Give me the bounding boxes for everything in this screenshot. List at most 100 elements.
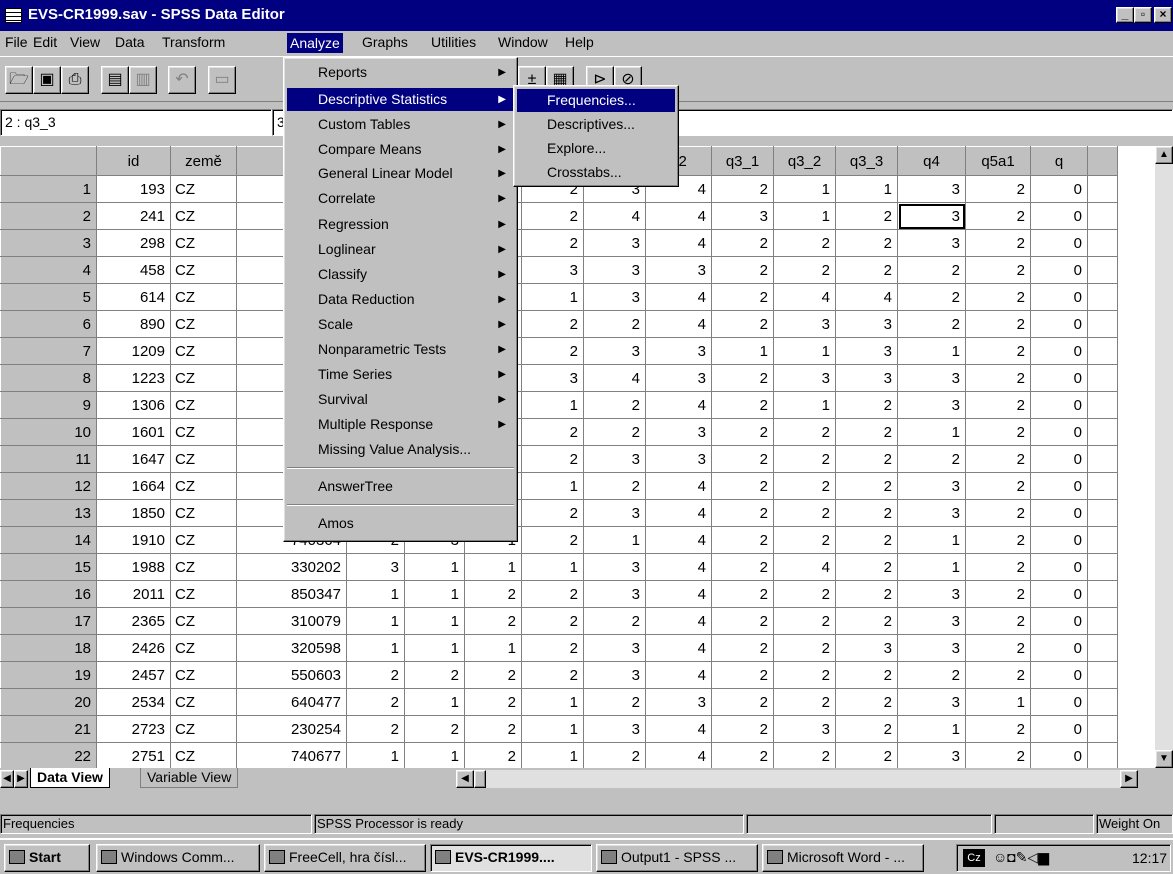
menu-item-time-series[interactable]: Time Series ▶	[287, 363, 514, 386]
data-cell[interactable]: 0	[1030, 472, 1088, 500]
column-header[interactable]: země	[170, 146, 237, 176]
data-cell[interactable]: 2	[965, 607, 1031, 635]
row-header[interactable]: 15	[0, 553, 97, 581]
data-cell[interactable]: 2	[711, 688, 774, 716]
hscroll-left-button[interactable]: ◀	[456, 770, 474, 788]
data-cell[interactable]: 1	[583, 526, 646, 554]
data-cell[interactable]: 2	[965, 553, 1031, 581]
data-cell[interactable]: 4	[645, 283, 712, 311]
data-cell[interactable]: 3	[773, 310, 836, 338]
data-cell[interactable]: 2	[711, 256, 774, 284]
data-cell[interactable]: 1647	[96, 445, 171, 473]
column-header[interactable]: q3_2	[773, 146, 836, 176]
data-cell[interactable]: 2	[711, 742, 774, 768]
data-cell[interactable]: 2	[965, 472, 1031, 500]
data-cell[interactable]: 1601	[96, 418, 171, 446]
data-cell[interactable]: 0	[1030, 229, 1088, 257]
data-cell[interactable]: 2	[835, 661, 898, 689]
data-cell[interactable]	[1087, 472, 1118, 500]
data-cell[interactable]: CZ	[170, 580, 237, 608]
data-cell[interactable]: 3	[521, 364, 584, 392]
data-cell[interactable]: 3	[835, 337, 898, 365]
data-cell[interactable]: 1	[404, 580, 465, 608]
data-cell[interactable]: 2	[346, 715, 405, 743]
data-cell[interactable]: 2457	[96, 661, 171, 689]
data-cell[interactable]: 2	[521, 580, 584, 608]
data-cell[interactable]	[1087, 607, 1118, 635]
data-cell[interactable]: CZ	[170, 229, 237, 257]
menu-item-nonparametric-tests[interactable]: Nonparametric Tests ▶	[287, 338, 514, 361]
data-cell[interactable]: 4	[645, 661, 712, 689]
close-button[interactable]: ×	[1154, 7, 1172, 23]
row-header[interactable]: 7	[0, 337, 97, 365]
data-cell[interactable]: 3	[897, 202, 966, 230]
task-output1[interactable]: Output1 - SPSS ...	[596, 844, 758, 872]
data-cell[interactable]: 2	[464, 661, 522, 689]
data-cell[interactable]: 2	[346, 688, 405, 716]
data-cell[interactable]: 3	[583, 661, 646, 689]
data-cell[interactable]: 2	[773, 499, 836, 527]
data-cell[interactable]: 2	[711, 445, 774, 473]
data-cell[interactable]: 4	[645, 202, 712, 230]
data-cell[interactable]	[1087, 364, 1118, 392]
data-cell[interactable]: CZ	[170, 391, 237, 419]
data-grid[interactable]: idzemětq1_6q2q3_1q3_2q3_3q4q5a1q 1193CZ2…	[0, 146, 1155, 768]
data-cell[interactable]: 1	[897, 337, 966, 365]
data-cell[interactable]: CZ	[170, 337, 237, 365]
menu-graphs[interactable]: Graphs	[362, 34, 408, 50]
data-cell[interactable]: 2	[583, 607, 646, 635]
data-cell[interactable]: 3	[583, 229, 646, 257]
row-header[interactable]: 20	[0, 688, 97, 716]
data-cell[interactable]: 298	[96, 229, 171, 257]
data-cell[interactable]: 4	[645, 715, 712, 743]
data-cell[interactable]: 3	[645, 337, 712, 365]
data-cell[interactable]: 2	[711, 364, 774, 392]
data-cell[interactable]	[1087, 256, 1118, 284]
data-cell[interactable]: 2	[965, 742, 1031, 768]
data-cell[interactable]: 2	[583, 418, 646, 446]
data-cell[interactable]: 0	[1030, 634, 1088, 662]
data-cell[interactable]: 1	[404, 688, 465, 716]
data-cell[interactable]	[1087, 553, 1118, 581]
data-cell[interactable]: CZ	[170, 202, 237, 230]
data-cell[interactable]: CZ	[170, 688, 237, 716]
data-cell[interactable]: 2	[773, 607, 836, 635]
data-cell[interactable]: 2	[773, 661, 836, 689]
data-cell[interactable]: 3	[645, 445, 712, 473]
menu-data[interactable]: Data	[115, 34, 145, 50]
data-cell[interactable]: 2	[965, 634, 1031, 662]
data-cell[interactable]: 850347	[236, 580, 347, 608]
data-cell[interactable]: 241	[96, 202, 171, 230]
data-cell[interactable]: 1	[521, 553, 584, 581]
data-cell[interactable]: 2	[965, 661, 1031, 689]
data-cell[interactable]: 2	[521, 634, 584, 662]
data-cell[interactable]: 0	[1030, 391, 1088, 419]
data-cell[interactable]: 2	[835, 418, 898, 446]
row-header[interactable]: 2	[0, 202, 97, 230]
data-cell[interactable]: 1306	[96, 391, 171, 419]
data-cell[interactable]: 1	[404, 553, 465, 581]
data-cell[interactable]: 2	[521, 202, 584, 230]
menu-utilities[interactable]: Utilities	[431, 34, 476, 50]
data-cell[interactable]: 0	[1030, 661, 1088, 689]
data-cell[interactable]	[1087, 715, 1118, 743]
data-cell[interactable]: 4	[773, 553, 836, 581]
menu-item-classify[interactable]: Classify ▶	[287, 263, 514, 286]
menu-item-descriptives[interactable]: Descriptives...	[517, 113, 675, 136]
data-cell[interactable]: 2	[521, 229, 584, 257]
task-word[interactable]: Microsoft Word - ...	[762, 844, 924, 872]
data-cell[interactable]: 3	[835, 364, 898, 392]
data-cell[interactable]: 1	[897, 526, 966, 554]
data-cell[interactable]: CZ	[170, 634, 237, 662]
data-cell[interactable]: 4	[645, 553, 712, 581]
data-cell[interactable]: 2	[965, 256, 1031, 284]
data-cell[interactable]: 0	[1030, 337, 1088, 365]
data-cell[interactable]: 4	[645, 634, 712, 662]
data-cell[interactable]: 2	[965, 391, 1031, 419]
data-cell[interactable]: 4	[645, 499, 712, 527]
data-cell[interactable]: 1	[897, 418, 966, 446]
data-cell[interactable]: 2	[965, 715, 1031, 743]
hscroll-thumb[interactable]	[474, 770, 486, 788]
menu-item-multiple-response[interactable]: Multiple Response ▶	[287, 413, 514, 436]
data-cell[interactable]: 0	[1030, 607, 1088, 635]
